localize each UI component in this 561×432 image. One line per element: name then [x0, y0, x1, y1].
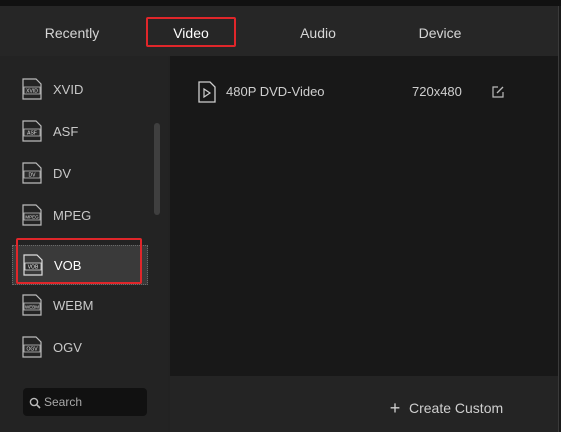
format-item-asf[interactable]: ASF ASF: [12, 112, 148, 152]
xvid-file-icon: XVID: [22, 78, 42, 100]
format-item-dv[interactable]: DV DV: [12, 154, 148, 194]
create-custom-label: Create Custom: [409, 400, 504, 416]
format-highlight-box: [16, 238, 142, 284]
plus-icon: +: [389, 398, 401, 418]
tab-device[interactable]: Device: [390, 18, 490, 48]
dv-file-icon: DV: [22, 162, 42, 184]
svg-text:MPEG: MPEG: [25, 215, 39, 220]
format-label: OGV: [53, 340, 82, 355]
preset-list: 480P DVD-Video 720x480: [170, 56, 558, 376]
webm-file-icon: WEBM: [22, 294, 42, 316]
format-label: DV: [53, 166, 72, 181]
tab-recently[interactable]: Recently: [22, 18, 122, 48]
edit-icon[interactable]: [492, 86, 504, 98]
mpeg-file-icon: MPEG: [22, 204, 42, 226]
video-file-icon: [198, 81, 216, 103]
create-custom-button[interactable]: + Create Custom: [388, 396, 503, 420]
preset-name: 480P DVD-Video: [226, 84, 325, 99]
svg-text:DV: DV: [29, 173, 37, 179]
format-picker-panel: Recently Video Audio Device XVID XVID AS…: [0, 6, 559, 432]
sidebar-scrollbar[interactable]: [154, 123, 160, 215]
svg-text:ASF: ASF: [27, 131, 37, 137]
format-label: MPEG: [53, 208, 92, 223]
search-icon: [29, 397, 41, 409]
format-item-xvid[interactable]: XVID XVID: [12, 70, 148, 110]
tab-bar: Recently Video Audio Device: [0, 6, 558, 56]
format-item-mpeg[interactable]: MPEG MPEG: [12, 196, 148, 236]
format-item-ogv[interactable]: OGV OGV: [12, 328, 148, 368]
format-label: ASF: [53, 124, 79, 139]
preset-resolution: 720x480: [412, 84, 462, 99]
tab-highlight-box: [146, 17, 236, 47]
svg-text:XVID: XVID: [26, 89, 38, 95]
footer-bar: + Create Custom: [170, 376, 558, 432]
svg-text:OGV: OGV: [26, 347, 38, 353]
asf-file-icon: ASF: [22, 120, 42, 142]
format-label: WEBM: [53, 298, 94, 313]
tab-audio[interactable]: Audio: [268, 18, 368, 48]
format-item-webm[interactable]: WEBM WEBM: [12, 286, 148, 326]
format-label: XVID: [53, 82, 84, 97]
preset-row[interactable]: 480P DVD-Video 720x480: [170, 74, 558, 110]
ogv-file-icon: OGV: [22, 336, 42, 358]
svg-text:WEBM: WEBM: [25, 305, 39, 310]
search-input[interactable]: [23, 388, 147, 416]
